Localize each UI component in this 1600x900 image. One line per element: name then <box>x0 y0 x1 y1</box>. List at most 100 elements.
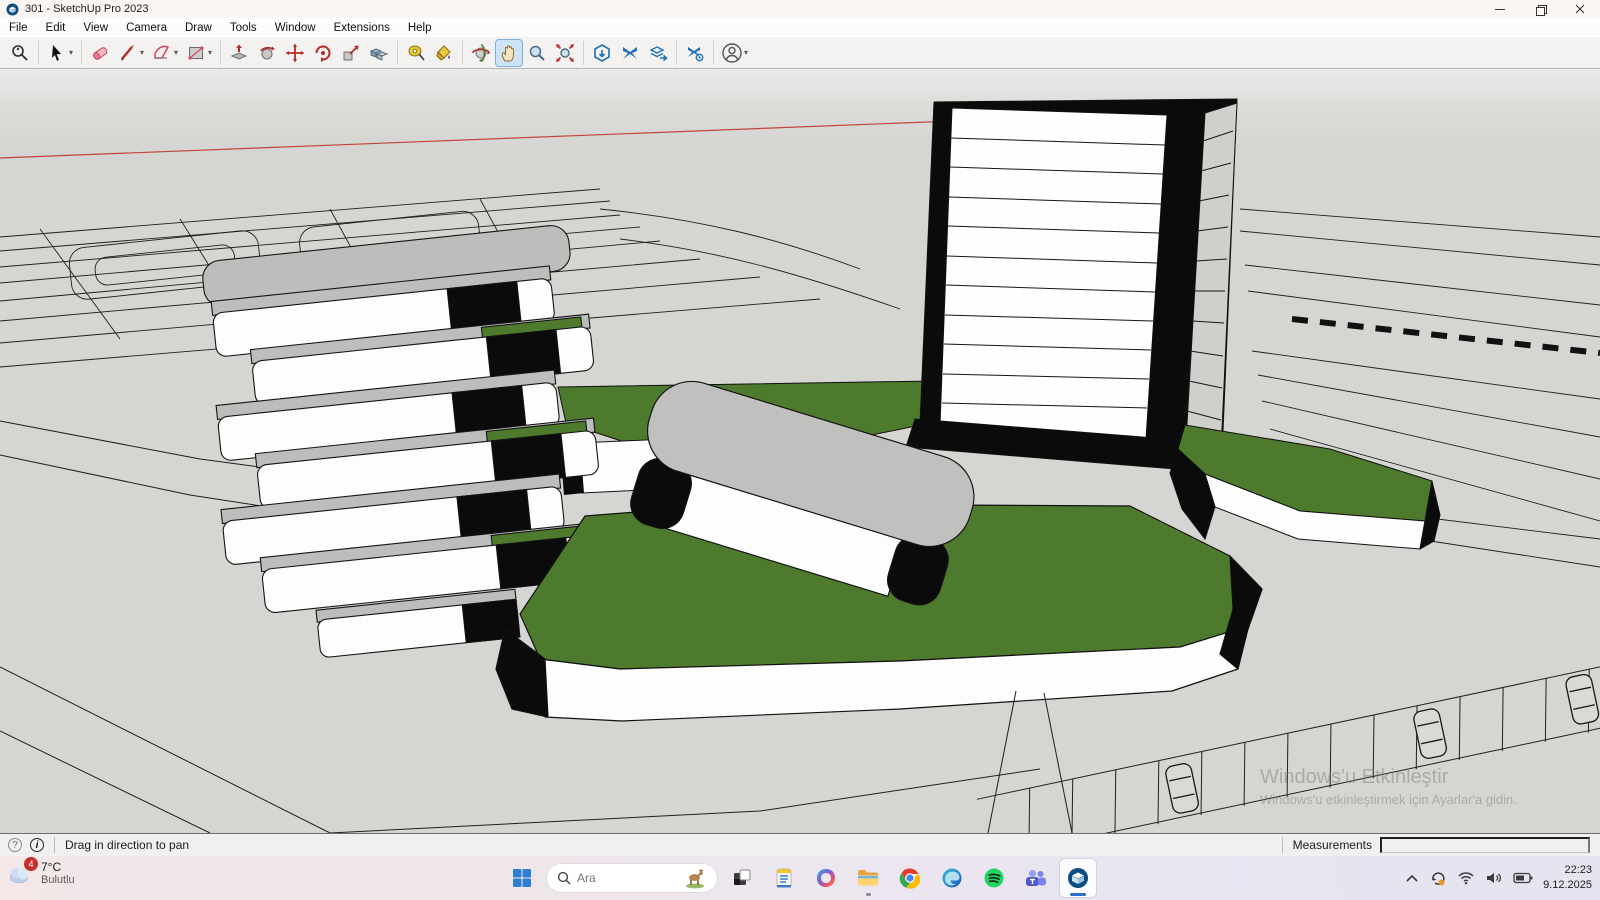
copilot-button[interactable] <box>808 859 844 897</box>
info-icon[interactable]: i <box>30 838 44 852</box>
wifi-icon[interactable] <box>1457 871 1475 885</box>
close-button[interactable] <box>1560 0 1600 18</box>
viewport-3d-scene[interactable] <box>0 69 1600 833</box>
send-model-button[interactable] <box>645 40 671 66</box>
search-tool-icon <box>10 43 30 63</box>
chrome-icon <box>899 867 921 889</box>
paint-bucket-icon <box>434 43 454 63</box>
extension-manager-button[interactable] <box>682 40 708 66</box>
taskbar-search[interactable] <box>546 863 718 893</box>
windows-start-icon <box>511 867 533 889</box>
select-tool-button[interactable] <box>44 40 70 66</box>
spotify-button[interactable] <box>976 859 1012 897</box>
sign-in-account-icon <box>721 42 743 64</box>
restore-button[interactable] <box>1520 0 1560 18</box>
menu-window[interactable]: Window <box>266 20 325 36</box>
notepad-icon <box>773 867 795 889</box>
extension-warehouse-icon <box>620 43 640 63</box>
menu-file[interactable]: File <box>0 20 37 36</box>
tray-chevron-up-icon[interactable] <box>1405 873 1419 883</box>
tray-clock[interactable]: 22:23 9.12.2025 <box>1543 863 1592 893</box>
move-tool-button[interactable] <box>282 40 308 66</box>
edge-button[interactable] <box>934 859 970 897</box>
tape-measure-tool-button[interactable] <box>403 40 429 66</box>
extension-warehouse-button[interactable] <box>617 40 643 66</box>
sign-in-dropdown[interactable]: ▾ <box>744 48 752 57</box>
speaker-icon[interactable] <box>1485 871 1503 885</box>
menu-camera[interactable]: Camera <box>117 20 176 36</box>
minimize-icon <box>1495 9 1505 10</box>
sketchup-app-icon <box>1066 866 1090 890</box>
menu-help[interactable]: Help <box>399 20 441 36</box>
search-tool-button[interactable] <box>7 40 33 66</box>
rotate-tool-button[interactable] <box>310 40 336 66</box>
line-pencil-icon <box>118 43 138 63</box>
search-highlight-deer-image <box>683 867 707 889</box>
spotify-icon <box>983 867 1005 889</box>
sketchup-window: 301 - SketchUp Pro 2023 File Edit View C… <box>0 0 1600 900</box>
line-tool-button[interactable] <box>115 40 141 66</box>
arc-tool-button[interactable] <box>149 40 175 66</box>
eraser-icon <box>90 43 110 63</box>
offset-tool-button[interactable] <box>366 40 392 66</box>
teams-button[interactable] <box>1018 859 1054 897</box>
push-pull-tool-button[interactable] <box>226 40 252 66</box>
sign-in-button[interactable] <box>719 40 745 66</box>
weather-widget[interactable]: 4 7°C Bulutlu <box>8 860 75 886</box>
rectangle-tool-button[interactable] <box>183 40 209 66</box>
pan-hand-icon <box>499 43 519 63</box>
sketchup-logo-icon <box>6 3 19 16</box>
minimize-button[interactable] <box>1480 0 1520 18</box>
zoom-extents-icon <box>555 43 575 63</box>
follow-me-tool-button[interactable] <box>254 40 280 66</box>
zoom-tool-button[interactable] <box>524 40 550 66</box>
taskbar-center <box>504 859 1096 897</box>
toolbar-separator <box>38 41 39 65</box>
weather-condition: Bulutlu <box>41 874 75 886</box>
toolbar-separator <box>220 41 221 65</box>
menu-view[interactable]: View <box>74 20 117 36</box>
menu-draw[interactable]: Draw <box>176 20 221 36</box>
toolbar-separator <box>676 41 677 65</box>
geolocation-help-icon[interactable]: ? <box>8 838 22 852</box>
arc-dropdown[interactable]: ▾ <box>174 48 182 57</box>
window-title: 301 - SketchUp Pro 2023 <box>25 3 149 15</box>
start-button[interactable] <box>504 859 540 897</box>
warehouse-3d-button[interactable] <box>589 40 615 66</box>
file-explorer-button[interactable] <box>850 859 886 897</box>
task-view-button[interactable] <box>724 859 760 897</box>
menu-extensions[interactable]: Extensions <box>325 20 399 36</box>
search-input[interactable] <box>577 871 677 885</box>
file-explorer-icon <box>856 867 880 889</box>
chrome-button[interactable] <box>892 859 928 897</box>
notepad-button[interactable] <box>766 859 802 897</box>
select-dropdown[interactable]: ▾ <box>69 48 77 57</box>
toolbar: ▾ ▾ ▾ ▾ <box>0 37 1600 69</box>
tape-measure-icon <box>406 43 426 63</box>
measurements-label: Measurements <box>1293 838 1372 852</box>
sketchup-taskbar-button[interactable] <box>1060 859 1096 897</box>
menu-tools[interactable]: Tools <box>221 20 266 36</box>
task-view-icon <box>731 867 753 889</box>
pan-tool-button[interactable] <box>496 40 522 66</box>
offset-icon <box>369 43 389 63</box>
update-sync-icon[interactable] <box>1429 870 1447 886</box>
paint-bucket-tool-button[interactable] <box>431 40 457 66</box>
zoom-icon <box>527 43 547 63</box>
teams-icon <box>1024 867 1048 889</box>
rectangle-dropdown[interactable]: ▾ <box>208 48 216 57</box>
battery-icon[interactable] <box>1513 872 1533 884</box>
eraser-tool-button[interactable] <box>87 40 113 66</box>
zoom-extents-tool-button[interactable] <box>552 40 578 66</box>
orbit-tool-button[interactable] <box>468 40 494 66</box>
scale-tool-button[interactable] <box>338 40 364 66</box>
rotate-icon <box>313 43 333 63</box>
restore-icon <box>1536 5 1545 14</box>
menubar: File Edit View Camera Draw Tools Window … <box>0 18 1600 37</box>
scale-icon <box>341 43 361 63</box>
line-dropdown[interactable]: ▾ <box>140 48 148 57</box>
tray-date: 9.12.2025 <box>1543 878 1592 893</box>
measurements-input[interactable] <box>1380 837 1590 853</box>
toolbar-separator <box>81 41 82 65</box>
menu-edit[interactable]: Edit <box>37 20 75 36</box>
